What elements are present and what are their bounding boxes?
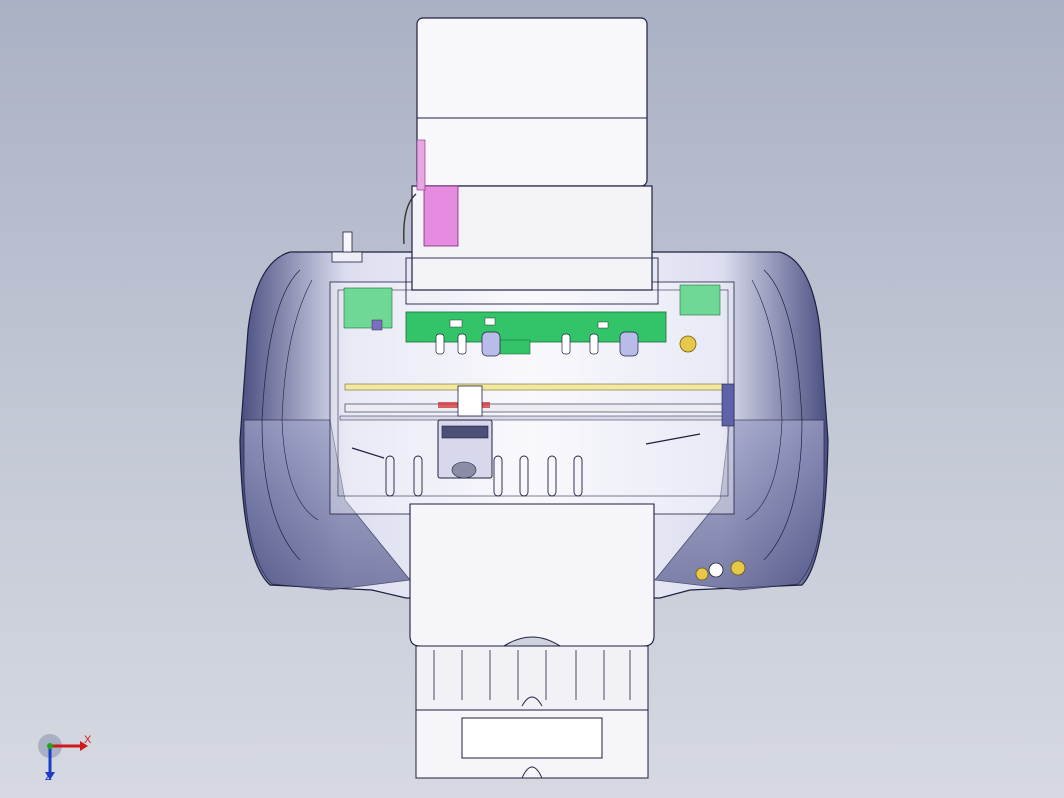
right-bracket: [721, 383, 735, 427]
pcb-chip-4: [371, 319, 383, 331]
roller-4: [561, 333, 571, 355]
input-paper-tray[interactable]: [403, 17, 659, 305]
pink-guide-stem: [416, 139, 426, 191]
carriage-head: [457, 385, 483, 417]
roller-1: [435, 333, 445, 355]
x-axis-label: X: [84, 734, 92, 746]
output-tray-window: [461, 717, 603, 759]
rail-lower: [344, 403, 724, 413]
pcb-chip-1: [449, 319, 463, 328]
rail-upper: [344, 383, 724, 391]
output-tray-extension: [415, 645, 649, 711]
gear-right: [679, 335, 697, 353]
cad-viewport[interactable]: [0, 0, 1064, 798]
pcb-right: [679, 284, 721, 316]
output-paper-tray[interactable]: [409, 503, 655, 779]
gear-c: [730, 560, 746, 576]
carriage-cartridge: [441, 425, 489, 439]
tray-upper: [416, 17, 648, 187]
roller-2: [457, 333, 467, 355]
output-tray-top: [409, 503, 655, 647]
pcb-left: [343, 287, 393, 329]
roller-5: [589, 333, 599, 355]
left-knob: [342, 231, 353, 253]
z-axis-label: Z: [45, 771, 52, 783]
roller-6: [619, 331, 639, 357]
pcb-tab: [499, 339, 531, 355]
roller-3: [481, 331, 501, 357]
left-knob-base: [331, 251, 363, 263]
pcb-chip-3: [597, 321, 609, 329]
y-axis-dot: [47, 743, 53, 749]
pink-paper-guide: [423, 185, 459, 247]
carriage-dome: [451, 461, 477, 479]
pcb-chip-2: [484, 317, 496, 326]
gear-b: [708, 562, 724, 578]
gear-a: [695, 567, 709, 581]
rail-bar: [339, 415, 731, 421]
